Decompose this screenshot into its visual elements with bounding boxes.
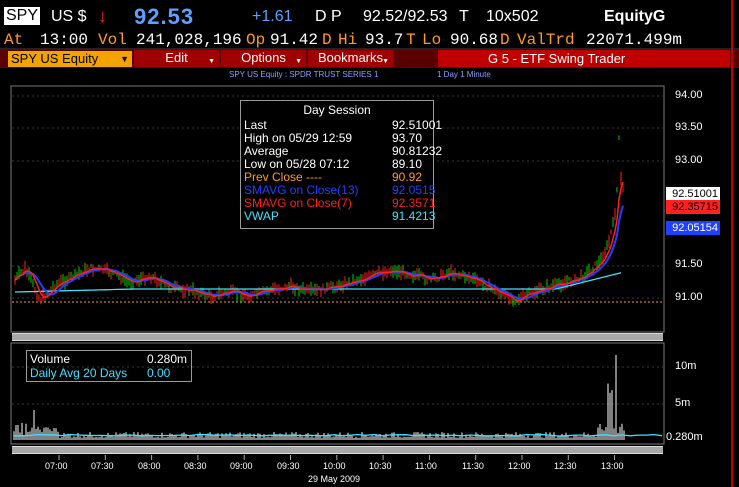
legend-value-sma7: 92.3571 [392,196,436,210]
volume-axis-label: 10m [675,360,697,372]
date-label: 29 May 2009 [308,474,361,484]
legend-label-prev-close: Prev Close ---- [244,170,323,184]
time-axis-label: 12:00 [508,461,531,471]
time-ticks [58,455,616,460]
volume-scroll-thumb [12,447,663,453]
chart-svg [0,0,739,487]
time-axis-label: 11:00 [415,461,437,471]
price-axis-label: 93.50 [675,121,703,133]
last-price-tag: 92.51001 [666,187,720,201]
legend-value-sma13: 92.0515 [392,183,436,197]
time-axis-label: 07:30 [91,461,114,471]
time-axis-label: 08:30 [184,461,207,471]
volume-legend[interactable]: Volume 0.280m Daily Avg 20 Days 0.00 [26,350,192,382]
legend-label-sma7: SMAVG on Close(7) [244,196,352,210]
legend-label-average: Average [244,144,289,158]
time-axis-label: 10:30 [369,461,392,471]
time-axis-label: 09:30 [277,461,300,471]
price-axis-label: 91.50 [675,258,703,270]
legend-label-sma13: SMAVG on Close(13) [244,183,359,197]
scroll-thumb [12,334,663,340]
sma13-price-tag: 92.05154 [666,221,720,235]
legend-label-vwap: VWAP [244,209,279,223]
time-axis-label: 09:00 [230,461,253,471]
legend-value-vwap: 91.4213 [392,209,436,223]
legend-value-low: 89.10 [392,157,423,171]
legend-label-last: Last [244,118,267,132]
legend-label-low: Low on 05/28 07:12 [244,157,350,171]
legend-value-high: 93.70 [392,131,423,145]
legend-label-high: High on 05/29 12:59 [244,131,353,145]
volume-axis-value-tag: 0.280m [666,431,716,443]
time-axis-label: 11:30 [462,461,484,471]
price-axis-label: 94.00 [675,89,703,101]
legend-value-last: 92.51001 [392,118,443,132]
time-axis-label: 12:30 [554,461,577,471]
price-axis-label: 93.00 [675,154,703,166]
legend-value-prev-close: 90.92 [392,170,423,184]
volume-value: 0.280m [147,352,188,366]
volume-label: Volume [30,352,71,366]
daily-avg-value: 0.00 [147,366,171,380]
volume-axis-label: 5m [675,397,691,409]
time-axis-label: 10:00 [323,461,346,471]
sma7-price-tag: 92.35715 [666,200,720,214]
legend-value-average: 90.81232 [392,144,443,158]
day-session-title: Day Session [303,103,371,117]
time-axis-label: 07:00 [45,461,68,471]
time-axis-label: 08:00 [138,461,161,471]
time-axis-label: 13:00 [601,461,624,471]
price-axis-label: 91.00 [675,291,703,303]
day-session-legend[interactable]: Day Session Last 92.51001 High on 05/29 … [240,100,442,229]
daily-avg-label: Daily Avg 20 Days [30,366,128,380]
